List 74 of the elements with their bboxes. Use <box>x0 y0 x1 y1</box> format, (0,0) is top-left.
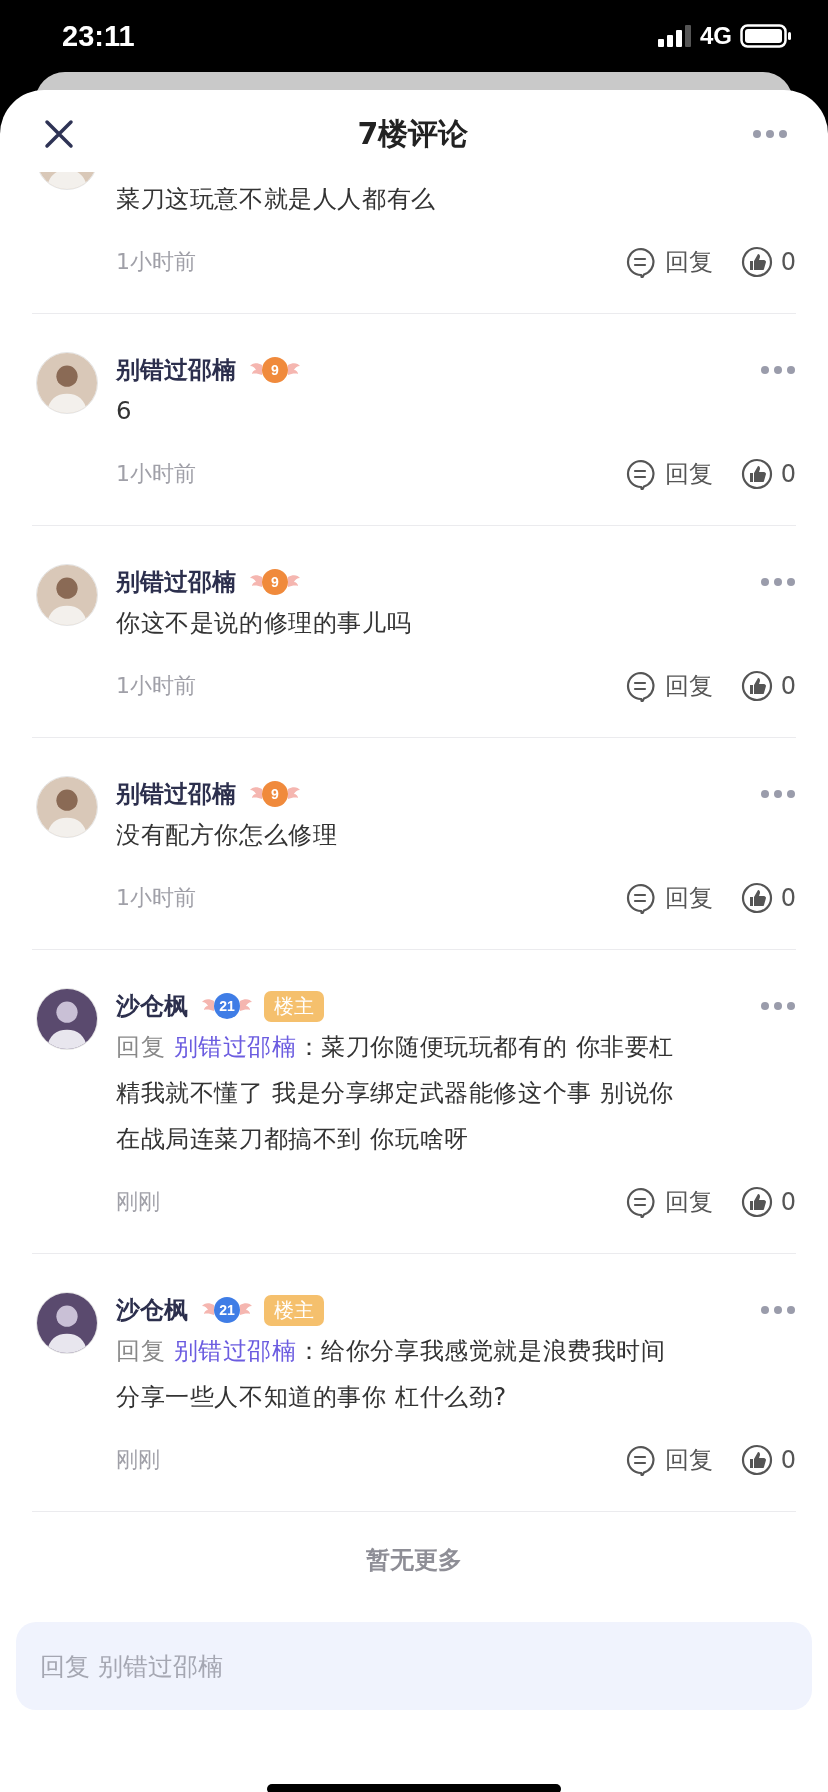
comment-time: 刚刚 <box>116 1188 161 1216</box>
comment-time: 1小时前 <box>116 248 197 276</box>
author-name[interactable]: 别错过邵楠 <box>116 778 236 810</box>
like-button[interactable]: 0 <box>740 670 796 702</box>
wing-icon <box>202 1303 214 1317</box>
like-button[interactable]: 0 <box>740 458 796 490</box>
author-name[interactable]: 沙仓枫 <box>116 990 188 1022</box>
reply-button[interactable]: 回复 <box>624 1444 713 1476</box>
thumbs-up-icon <box>740 882 773 914</box>
thumbs-up-icon <box>740 246 773 278</box>
comment-time: 1小时前 <box>116 884 197 912</box>
wing-icon <box>240 999 252 1013</box>
level-badge: 9 <box>262 569 288 595</box>
comment-icon <box>624 882 657 914</box>
comment-text: 6 <box>116 395 134 427</box>
comment-text: 回复 别错过邵楠：给你分享我感觉就是浪费我时间分享一些人不知道的事你 杠什么劲? <box>116 1335 667 1413</box>
owner-tag: 楼主 <box>264 990 324 1022</box>
author-name[interactable]: 沙仓枫 <box>116 1294 188 1326</box>
reply-button[interactable]: 回复 <box>624 1186 713 1218</box>
comment-icon <box>624 246 657 278</box>
more-icon[interactable] <box>760 1001 796 1011</box>
comment-text: 你这不是说的修理的事儿吗 <box>116 607 413 639</box>
more-icon[interactable] <box>760 1305 796 1315</box>
signal-icon <box>658 25 692 47</box>
close-icon[interactable] <box>44 119 74 149</box>
comment-time: 1小时前 <box>116 672 197 700</box>
like-button[interactable]: 0 <box>740 246 796 278</box>
comment-icon <box>624 670 657 702</box>
mention-link[interactable]: 别错过邵楠 <box>173 1032 297 1061</box>
like-button[interactable]: 0 <box>740 1186 796 1218</box>
comment-text: 菜刀这玩意不就是人人都有么 <box>116 183 437 215</box>
thumbs-up-icon <box>740 670 773 702</box>
wing-icon <box>288 787 300 801</box>
more-icon[interactable] <box>760 789 796 799</box>
level-badge: 21 <box>214 993 240 1019</box>
comment-time: 刚刚 <box>116 1446 161 1474</box>
comment-icon <box>624 1186 657 1218</box>
thumbs-up-icon <box>740 458 773 490</box>
battery-icon <box>740 24 792 48</box>
level-badge: 21 <box>214 1297 240 1323</box>
sheet-title: 7楼评论 <box>356 114 470 153</box>
network-label: 4G <box>700 22 732 50</box>
author-name[interactable]: 别错过邵楠 <box>116 354 236 386</box>
reply-input-field[interactable]: 回复 别错过邵楠 <box>16 1622 812 1710</box>
like-button[interactable]: 0 <box>740 1444 796 1476</box>
comment-text: 没有配方你怎么修理 <box>116 819 339 851</box>
reply-button[interactable]: 回复 <box>624 882 713 914</box>
thumbs-up-icon <box>740 1186 773 1218</box>
author-name[interactable]: 别错过邵楠 <box>116 566 236 598</box>
level-badge: 9 <box>262 357 288 383</box>
reply-button[interactable]: 回复 <box>624 670 713 702</box>
comment-icon <box>624 1444 657 1476</box>
more-icon[interactable] <box>760 365 796 375</box>
wing-icon <box>288 575 300 589</box>
more-icon[interactable] <box>760 577 796 587</box>
level-badge: 9 <box>262 781 288 807</box>
comment-time: 1小时前 <box>116 460 197 488</box>
end-of-list-text: 暂无更多 <box>366 1545 462 1576</box>
owner-tag: 楼主 <box>264 1294 324 1326</box>
wing-icon <box>250 575 262 589</box>
wing-icon <box>240 1303 252 1317</box>
comment-icon <box>624 458 657 490</box>
reply-button[interactable]: 回复 <box>624 246 713 278</box>
comment-text: 回复 别错过邵楠：菜刀你随便玩玩都有的 你非要杠精我就不懂了 我是分享绑定武器能修这个事 别说你在战局连菜刀都搞不到 你玩啥呀 <box>116 1031 675 1155</box>
like-button[interactable]: 0 <box>740 882 796 914</box>
mention-link[interactable]: 别错过邵楠 <box>173 1336 297 1365</box>
more-icon[interactable] <box>752 129 788 139</box>
wing-icon <box>202 999 214 1013</box>
reply-button[interactable]: 回复 <box>624 458 713 490</box>
wing-icon <box>250 363 262 377</box>
thumbs-up-icon <box>740 1444 773 1476</box>
wing-icon <box>288 363 300 377</box>
status-time: 23:11 <box>62 19 136 53</box>
wing-icon <box>250 787 262 801</box>
